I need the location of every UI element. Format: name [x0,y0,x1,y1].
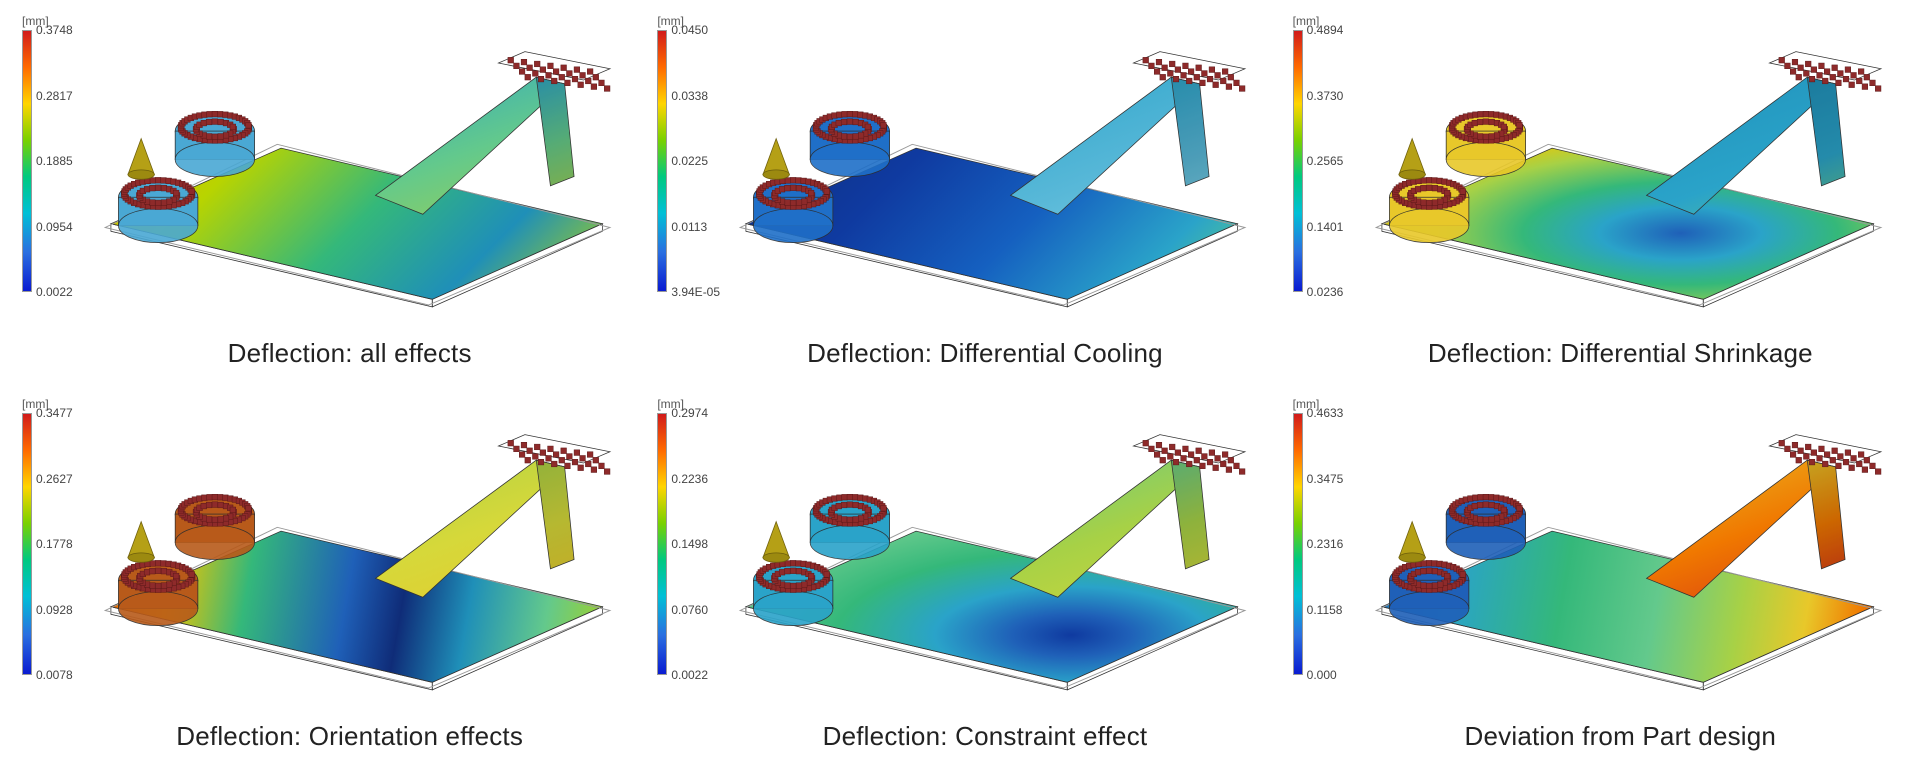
scale-tick: 0.0338 [671,89,708,103]
plot-area: [mm]0.04500.03380.02250.01133.94E-05 [657,8,1264,332]
scale-ticks: 0.34770.26270.17780.09280.0078 [32,413,78,675]
scale-tick: 0.0022 [671,668,708,682]
scale-tick: 0.2316 [1307,537,1344,551]
plot-area: [mm]0.46330.34750.23160.11580.000 [1293,391,1900,715]
panel-caption: Deflection: Differential Shrinkage [1281,332,1900,371]
scale-bar [657,30,667,292]
panel-caption: Deflection: Constraint effect [645,715,1264,754]
panel-caption: Deflection: Orientation effects [10,715,629,754]
scale-tick: 0.1498 [671,537,708,551]
scale-ticks: 0.37480.28170.18850.09540.0022 [32,30,78,292]
simulation-panel: [mm]0.34770.26270.17780.09280.0078 [10,391,629,754]
color-scale: [mm]0.48940.37300.25650.14010.0236 [1293,14,1349,292]
scale-tick: 0.0236 [1307,285,1344,299]
panel-caption: Deviation from Part design [1281,715,1900,754]
scale-bar [22,30,32,292]
panel-caption: Deflection: all effects [10,332,629,371]
scale-tick: 0.0113 [671,220,707,234]
simulation-render [727,12,1256,322]
scale-tick: 0.1885 [36,154,73,168]
color-scale: [mm]0.34770.26270.17780.09280.0078 [22,397,78,675]
simulation-render [92,395,621,705]
scale-tick: 0.2974 [671,406,708,420]
scale-ticks: 0.48940.37300.25650.14010.0236 [1303,30,1349,292]
color-scale: [mm]0.04500.03380.02250.01133.94E-05 [657,14,713,292]
scale-tick: 0.4633 [1307,406,1344,420]
scale-tick: 0.2236 [671,472,708,486]
simulation-panel: [mm]0.29740.22360.14980.07600.0022 [645,391,1264,754]
scale-tick: 0.1401 [1307,220,1344,234]
color-scale: [mm]0.29740.22360.14980.07600.0022 [657,397,713,675]
scale-tick: 0.4894 [1307,23,1344,37]
scale-bar [657,413,667,675]
scale-tick: 0.1158 [1307,603,1343,617]
scale-tick: 0.0760 [671,603,708,617]
scale-tick: 0.0022 [36,285,73,299]
scale-tick: 0.2565 [1307,154,1344,168]
scale-tick: 0.0928 [36,603,73,617]
plot-area: [mm]0.37480.28170.18850.09540.0022 [22,8,629,332]
scale-tick: 3.94E-05 [671,285,720,299]
simulation-grid: [mm]0.37480.28170.18850.09540.0022 [0,0,1920,762]
scale-tick: 0.3477 [36,406,73,420]
scale-tick: 0.2627 [36,472,73,486]
scale-ticks: 0.46330.34750.23160.11580.000 [1303,413,1349,675]
simulation-panel: [mm]0.46330.34750.23160.11580.000 [1281,391,1900,754]
plot-area: [mm]0.34770.26270.17780.09280.0078 [22,391,629,715]
scale-bar [1293,30,1303,292]
scale-tick: 0.3730 [1307,89,1344,103]
scale-tick: 0.3475 [1307,472,1344,486]
scale-tick: 0.0450 [671,23,708,37]
scale-tick: 0.2817 [36,89,73,103]
simulation-render [1363,395,1892,705]
scale-bar [22,413,32,675]
scale-tick: 0.0078 [36,668,73,682]
color-scale: [mm]0.46330.34750.23160.11580.000 [1293,397,1349,675]
scale-tick: 0.0225 [671,154,708,168]
simulation-panel: [mm]0.48940.37300.25650.14010.0236 [1281,8,1900,371]
simulation-panel: [mm]0.04500.03380.02250.01133.94E-05 [645,8,1264,371]
scale-bar [1293,413,1303,675]
plot-area: [mm]0.29740.22360.14980.07600.0022 [657,391,1264,715]
color-scale: [mm]0.37480.28170.18850.09540.0022 [22,14,78,292]
panel-caption: Deflection: Differential Cooling [645,332,1264,371]
scale-tick: 0.3748 [36,23,73,37]
scale-tick: 0.000 [1307,668,1337,682]
simulation-render [92,12,621,322]
plot-area: [mm]0.48940.37300.25650.14010.0236 [1293,8,1900,332]
scale-ticks: 0.29740.22360.14980.07600.0022 [667,413,713,675]
scale-ticks: 0.04500.03380.02250.01133.94E-05 [667,30,713,292]
scale-tick: 0.0954 [36,220,73,234]
simulation-render [1363,12,1892,322]
simulation-render [727,395,1256,705]
scale-tick: 0.1778 [36,537,73,551]
simulation-panel: [mm]0.37480.28170.18850.09540.0022 [10,8,629,371]
